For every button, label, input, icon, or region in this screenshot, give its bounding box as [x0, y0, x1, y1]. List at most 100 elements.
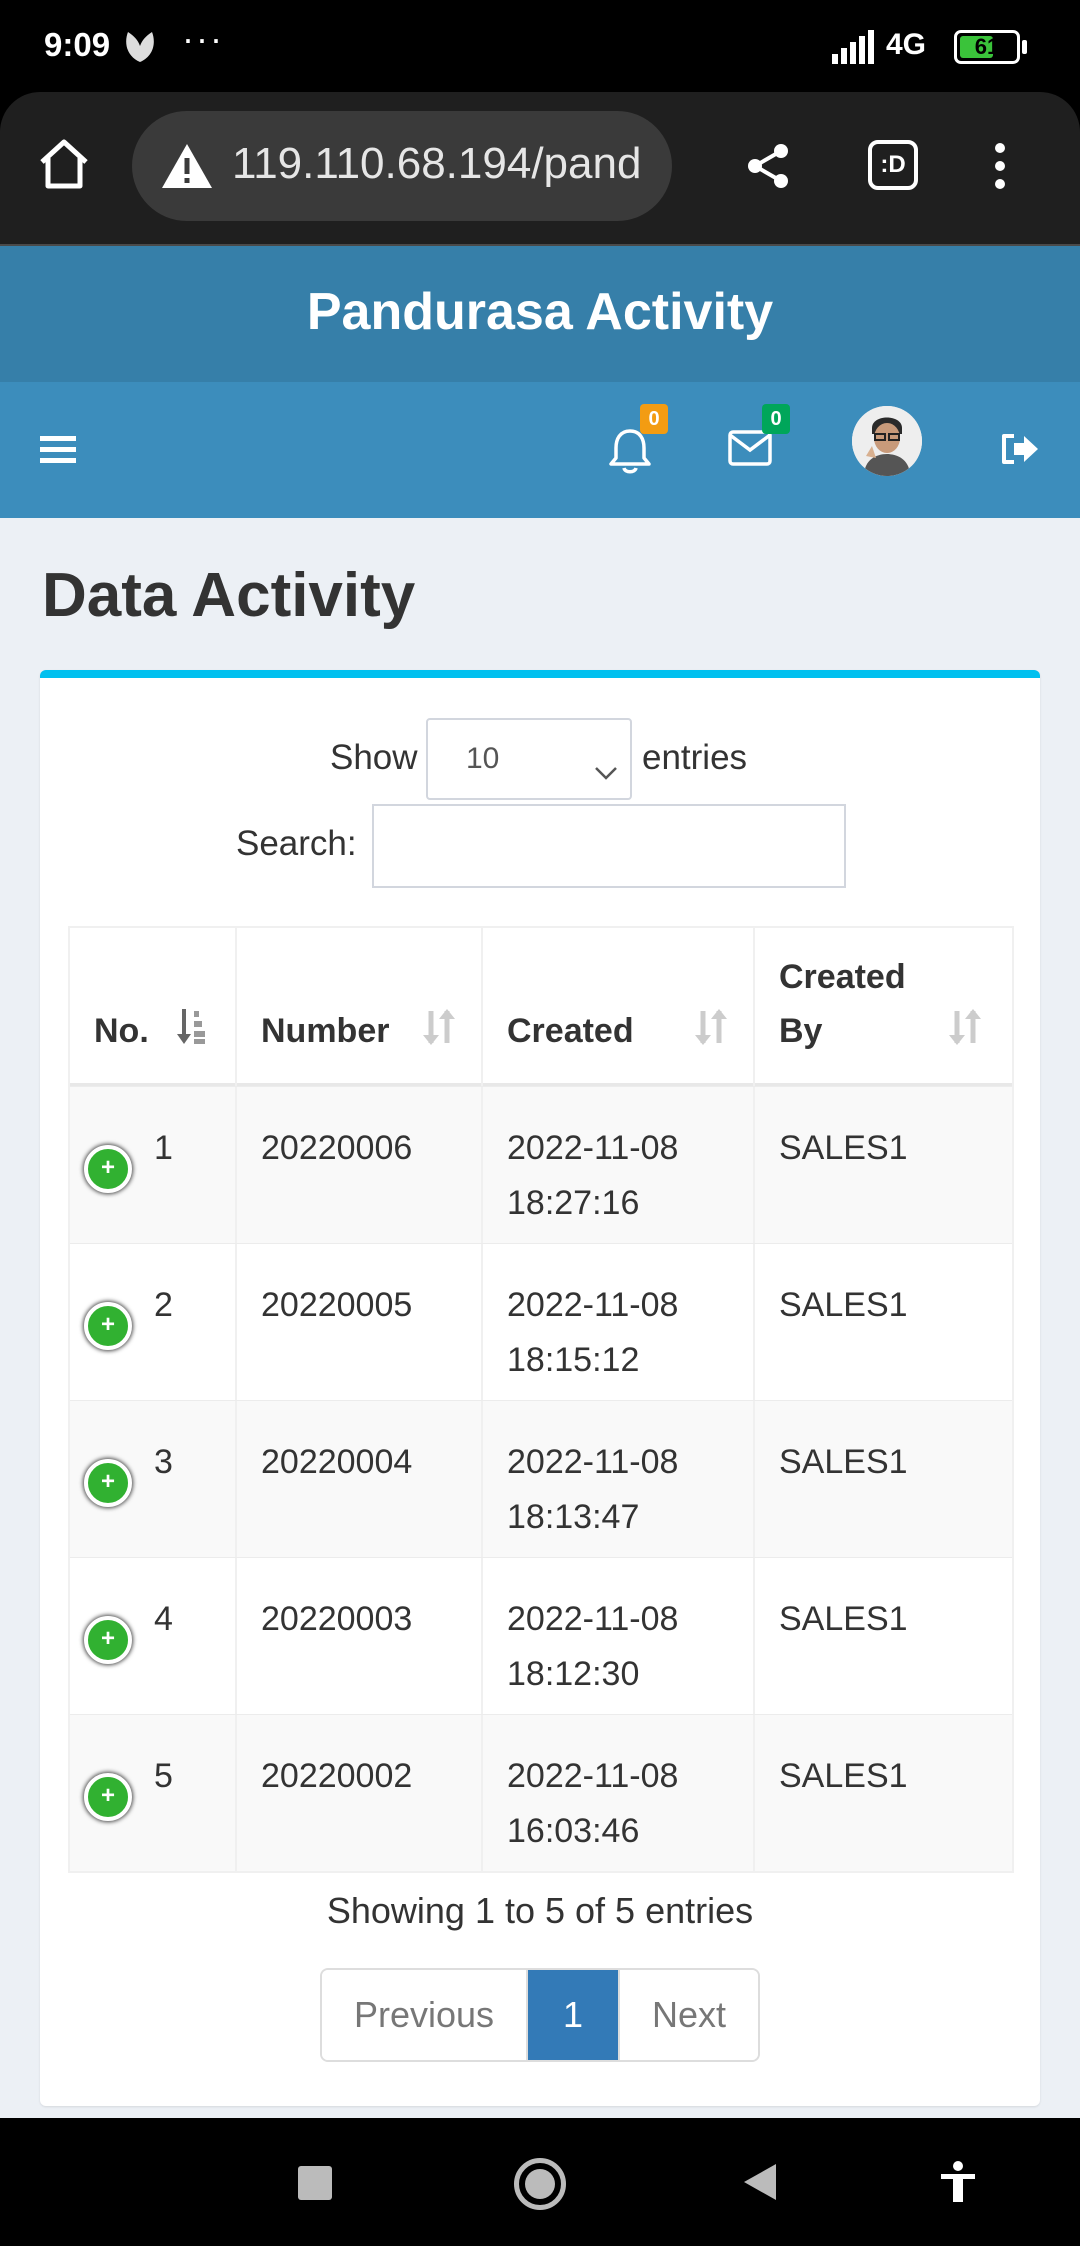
sort-icon[interactable]	[947, 1007, 983, 1056]
row-created-by: SALES1	[779, 1757, 908, 1795]
row-no: 4	[154, 1600, 173, 1638]
page-title: Data Activity	[42, 561, 416, 630]
row-number: 20220004	[261, 1443, 413, 1481]
cell-no: + 1	[70, 1087, 237, 1244]
avatar[interactable]	[852, 406, 922, 476]
bell-icon[interactable]	[608, 426, 652, 481]
row-created-by: SALES1	[779, 1286, 908, 1324]
cell-no: + 5	[70, 1715, 237, 1872]
next-page-button[interactable]: Next	[618, 1970, 758, 2060]
row-created: 2022-11-08 16:03:46	[507, 1749, 678, 1859]
app-title[interactable]: Pandurasa Activity	[0, 282, 1080, 342]
cell-created: 2022-11-08 18:13:47	[483, 1401, 755, 1558]
url-text[interactable]: 119.110.68.194/pand	[232, 139, 641, 189]
column-header-label[interactable]: No.	[94, 1004, 149, 1058]
column-header-label[interactable]: Created	[507, 1004, 634, 1058]
sign-out-icon[interactable]	[1000, 432, 1040, 471]
kebab-menu-icon[interactable]	[992, 142, 1008, 195]
share-icon[interactable]	[744, 142, 792, 195]
column-header-label[interactable]: Created By	[779, 950, 919, 1058]
sort-ascending-icon[interactable]	[176, 1007, 206, 1056]
row-no: 5	[154, 1757, 173, 1795]
row-created-date: 2022-11-08	[507, 1600, 679, 1638]
column-header-created-by[interactable]: Created By	[755, 928, 1012, 1086]
row-created-time: 18:13:47	[507, 1498, 640, 1536]
address-bar[interactable]: 119.110.68.194/pand	[132, 111, 672, 221]
messages-badge: 0	[762, 404, 790, 434]
tabs-switcher-icon[interactable]: :D	[868, 140, 918, 190]
cell-no: + 4	[70, 1558, 237, 1715]
cell-number: 20220002	[237, 1715, 483, 1872]
column-header-created[interactable]: Created	[483, 928, 755, 1086]
envelope-icon[interactable]	[728, 430, 772, 471]
column-header-label[interactable]: Number	[261, 1004, 389, 1058]
home-circle-icon[interactable]	[514, 2158, 566, 2210]
search-input[interactable]	[372, 804, 846, 888]
table-row[interactable]: + 3 20220004 2022-11-08 18:13:47 SALES1	[70, 1400, 1012, 1558]
cell-created: 2022-11-08 18:15:12	[483, 1244, 755, 1401]
sort-icon[interactable]	[693, 1007, 729, 1056]
row-created-by: SALES1	[779, 1443, 908, 1481]
column-header-number[interactable]: Number	[237, 928, 483, 1086]
pagination: Previous 1 Next	[320, 1968, 760, 2062]
expand-row-button[interactable]: +	[84, 1145, 132, 1193]
sort-icon[interactable]	[421, 1007, 457, 1056]
system-nav-bar	[0, 2118, 1080, 2246]
recents-icon[interactable]	[298, 2166, 332, 2200]
cell-created-by: SALES1	[755, 1715, 1012, 1872]
row-number: 20220002	[261, 1757, 413, 1795]
column-header-no[interactable]: No.	[70, 928, 237, 1086]
row-created-time: 16:03:46	[507, 1812, 640, 1850]
expand-row-button[interactable]: +	[84, 1302, 132, 1350]
table-row[interactable]: + 1 20220006 2022-11-08 18:27:16 SALES1	[70, 1086, 1012, 1244]
back-triangle-icon[interactable]	[742, 2162, 778, 2207]
row-number: 20220003	[261, 1600, 413, 1638]
chevron-down-icon[interactable]	[594, 750, 618, 790]
status-more-dots: ···	[182, 18, 224, 59]
row-created-date: 2022-11-08	[507, 1757, 679, 1795]
page-1-button[interactable]: 1	[528, 1970, 618, 2060]
row-no: 3	[154, 1443, 173, 1481]
page-length-value[interactable]: 10	[466, 742, 499, 776]
notifications-badge: 0	[640, 404, 668, 434]
row-created-time: 18:12:30	[507, 1655, 640, 1693]
app-navbar: 0 0	[0, 382, 1080, 518]
row-created: 2022-11-08 18:13:47	[507, 1435, 678, 1545]
home-icon[interactable]	[36, 136, 92, 197]
battery-icon: 61	[954, 30, 1020, 64]
row-created: 2022-11-08 18:12:30	[507, 1592, 678, 1702]
expand-row-button[interactable]: +	[84, 1459, 132, 1507]
cell-no: + 3	[70, 1401, 237, 1558]
status-time: 9:09	[44, 26, 111, 63]
row-created-date: 2022-11-08	[507, 1129, 679, 1167]
row-no: 1	[154, 1129, 173, 1167]
signal-icon	[832, 30, 876, 69]
row-created-by: SALES1	[779, 1129, 908, 1167]
table-row[interactable]: + 4 20220003 2022-11-08 18:12:30 SALES1	[70, 1557, 1012, 1715]
row-number: 20220006	[261, 1129, 413, 1167]
home-circle-dot	[525, 2169, 555, 2199]
previous-page-button[interactable]: Previous	[322, 1970, 528, 2060]
status-bar: 9:09 ··· 4G 61	[0, 0, 1080, 92]
cell-number: 20220003	[237, 1558, 483, 1715]
expand-row-button[interactable]: +	[84, 1773, 132, 1821]
table-row[interactable]: + 5 20220002 2022-11-08 16:03:46 SALES1	[70, 1714, 1012, 1872]
hamburger-menu-icon[interactable]	[40, 434, 76, 471]
row-no: 2	[154, 1286, 173, 1324]
accessibility-icon[interactable]	[938, 2160, 978, 2209]
browser-toolbar: 119.110.68.194/pand :D	[0, 92, 1080, 244]
table-header: No. Number Created Created By	[70, 928, 1012, 1086]
app-header-logo[interactable]: Pandurasa Activity	[0, 244, 1080, 382]
row-created-date: 2022-11-08	[507, 1286, 679, 1324]
table-row[interactable]: + 2 20220005 2022-11-08 18:15:12 SALES1	[70, 1243, 1012, 1401]
warning-icon[interactable]	[160, 141, 214, 196]
row-created: 2022-11-08 18:27:16	[507, 1121, 678, 1231]
battery-tip	[1022, 40, 1027, 54]
cell-number: 20220006	[237, 1087, 483, 1244]
expand-row-button[interactable]: +	[84, 1616, 132, 1664]
page-length-select[interactable]: 10	[426, 718, 632, 800]
cell-number: 20220005	[237, 1244, 483, 1401]
cell-created-by: SALES1	[755, 1401, 1012, 1558]
activity-table: No. Number Created Created By + 1 202200…	[68, 926, 1014, 1873]
row-created-time: 18:15:12	[507, 1341, 640, 1379]
